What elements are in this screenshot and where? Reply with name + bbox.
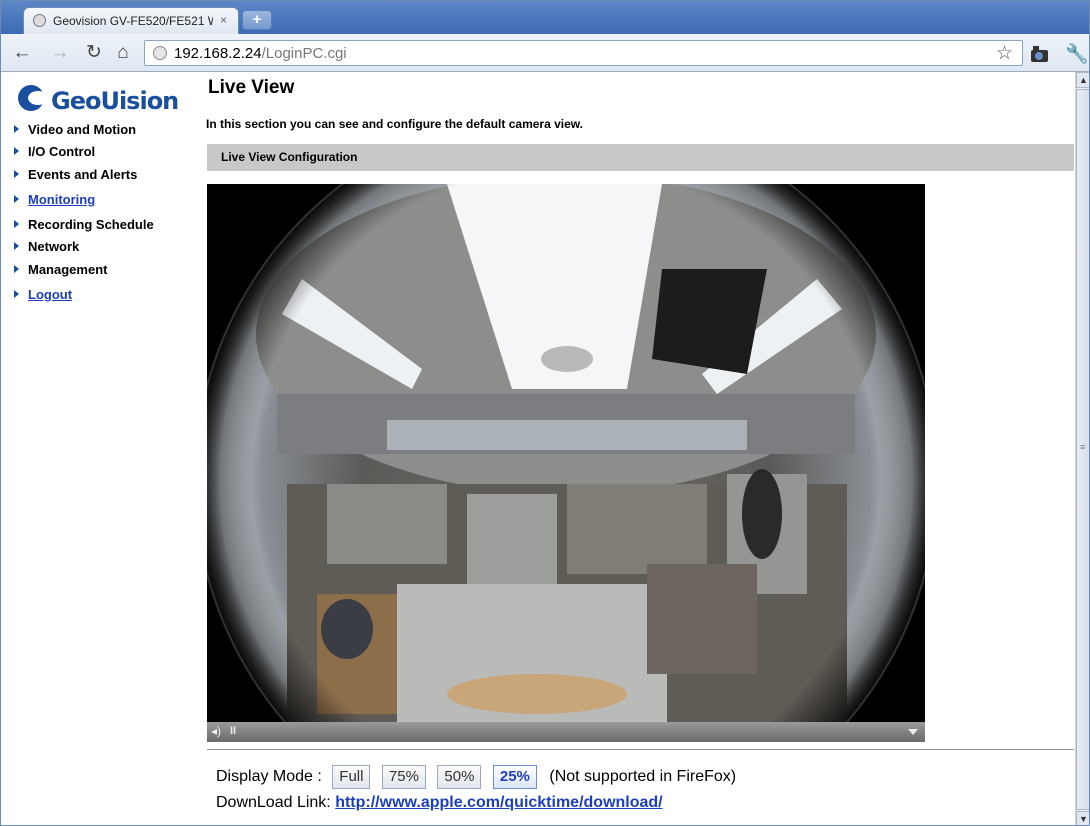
address-bar[interactable]: 192.168.2.24/LoginPC.cgi <box>144 40 1023 66</box>
download-row: DownLoad Link: http://www.apple.com/quic… <box>216 794 663 812</box>
display-mode-note: (Not supported in FireFox) <box>549 768 737 785</box>
player-controls: ◂) II <box>207 722 925 742</box>
globe-icon <box>33 14 46 27</box>
mode-50-button[interactable]: 50% <box>437 765 482 789</box>
sidebar-item-management[interactable]: Management <box>14 262 107 277</box>
arrow-right-icon <box>14 170 19 178</box>
fisheye-camera-feed[interactable] <box>207 184 925 722</box>
page-description: In this section you can see and configur… <box>206 117 583 131</box>
section-header: Live View Configuration <box>207 144 1074 171</box>
sidebar-item-label: Events and Alerts <box>28 167 138 182</box>
display-mode-row: Display Mode : Full 75% 50% 25% (Not sup… <box>216 765 736 789</box>
new-tab-button[interactable]: + <box>242 10 272 30</box>
divider <box>207 749 1074 750</box>
tab-title: Geovision GV-FE520/FE521 Web <box>53 14 213 28</box>
tab-strip: Geovision GV-FE520/FE521 Web × + <box>1 1 1089 34</box>
home-icon[interactable]: ⌂ <box>112 42 134 64</box>
sidebar-item-label: Video and Motion <box>28 122 137 137</box>
sidebar-item-io-control[interactable]: I/O Control <box>14 144 95 159</box>
volume-icon[interactable]: ◂) <box>211 724 221 738</box>
browser-window: Geovision GV-FE520/FE521 Web × + ← → ↻ ⌂… <box>0 0 1090 826</box>
browser-tab[interactable]: Geovision GV-FE520/FE521 Web × <box>23 7 239 34</box>
scroll-down-icon[interactable]: ▼ <box>1076 811 1089 825</box>
mode-25-button[interactable]: 25% <box>492 765 537 789</box>
arrow-right-icon <box>14 125 19 133</box>
sidebar-item-monitoring[interactable]: Monitoring <box>14 192 95 207</box>
sidebar-item-label: Recording Schedule <box>28 217 154 232</box>
main-content: Live View In this section you can see an… <box>206 72 1076 825</box>
wrench-icon[interactable]: 🔧 <box>1065 42 1089 66</box>
arrow-right-icon <box>14 290 19 298</box>
url-host-text: 192.168.2.24 <box>174 45 262 62</box>
download-label: DownLoad Link: <box>216 794 331 811</box>
browser-toolbar: ← → ↻ ⌂ 192.168.2.24/LoginPC.cgi ☆ 🔧 <box>1 34 1089 72</box>
back-arrow-icon[interactable]: ← <box>11 42 33 64</box>
pause-icon[interactable]: II <box>230 725 236 737</box>
forward-arrow-icon[interactable]: → <box>49 42 71 64</box>
sidebar-item-recording-schedule[interactable]: Recording Schedule <box>14 217 154 232</box>
reload-icon[interactable]: ↻ <box>83 42 105 64</box>
vertical-scrollbar[interactable]: ▲ ▼ <box>1075 72 1089 825</box>
camera-extension-icon[interactable] <box>1031 46 1048 62</box>
sidebar-item-logout[interactable]: Logout <box>14 287 72 302</box>
mode-full-button[interactable]: Full <box>332 765 371 789</box>
arrow-right-icon <box>14 220 19 228</box>
sidebar: GeoUision Video and Motion I/O Control E… <box>1 72 206 825</box>
sidebar-item-events-and-alerts[interactable]: Events and Alerts <box>14 167 137 182</box>
sidebar-item-label: Logout <box>28 287 73 302</box>
sidebar-item-label: I/O Control <box>28 144 96 159</box>
arrow-right-icon <box>14 195 19 203</box>
url-path: /LoginPC.cgi <box>261 45 347 62</box>
display-mode-label: Display Mode : <box>216 768 322 785</box>
mode-75-button[interactable]: 75% <box>381 765 426 789</box>
sidebar-item-label: Network <box>28 239 80 254</box>
dropdown-arrow-icon[interactable] <box>908 729 918 735</box>
bookmark-star-icon[interactable]: ☆ <box>996 42 1013 65</box>
logo-mark-icon <box>18 85 48 111</box>
scroll-thumb[interactable] <box>1076 89 1089 810</box>
sidebar-item-video-and-motion[interactable]: Video and Motion <box>14 122 136 137</box>
section-title: Live View Configuration <box>221 150 358 164</box>
sidebar-item-label: Management <box>28 262 108 277</box>
camera-image <box>207 184 925 722</box>
page-title: Live View <box>208 77 295 98</box>
video-player[interactable]: ◂) II <box>207 184 925 742</box>
arrow-right-icon <box>14 147 19 155</box>
arrow-right-icon <box>14 242 19 250</box>
logo-text: GeoUision <box>51 87 179 115</box>
page-viewport: GeoUision Video and Motion I/O Control E… <box>1 72 1089 825</box>
download-link[interactable]: http://www.apple.com/quicktime/download/ <box>335 794 662 811</box>
url-host: 192.168.2.24/LoginPC.cgi <box>174 45 347 62</box>
sidebar-item-network[interactable]: Network <box>14 239 79 254</box>
sidebar-item-label: Monitoring <box>28 192 96 207</box>
arrow-right-icon <box>14 265 19 273</box>
close-tab-icon[interactable]: × <box>220 13 227 27</box>
page-globe-icon <box>153 46 167 60</box>
scroll-up-icon[interactable]: ▲ <box>1076 72 1089 88</box>
